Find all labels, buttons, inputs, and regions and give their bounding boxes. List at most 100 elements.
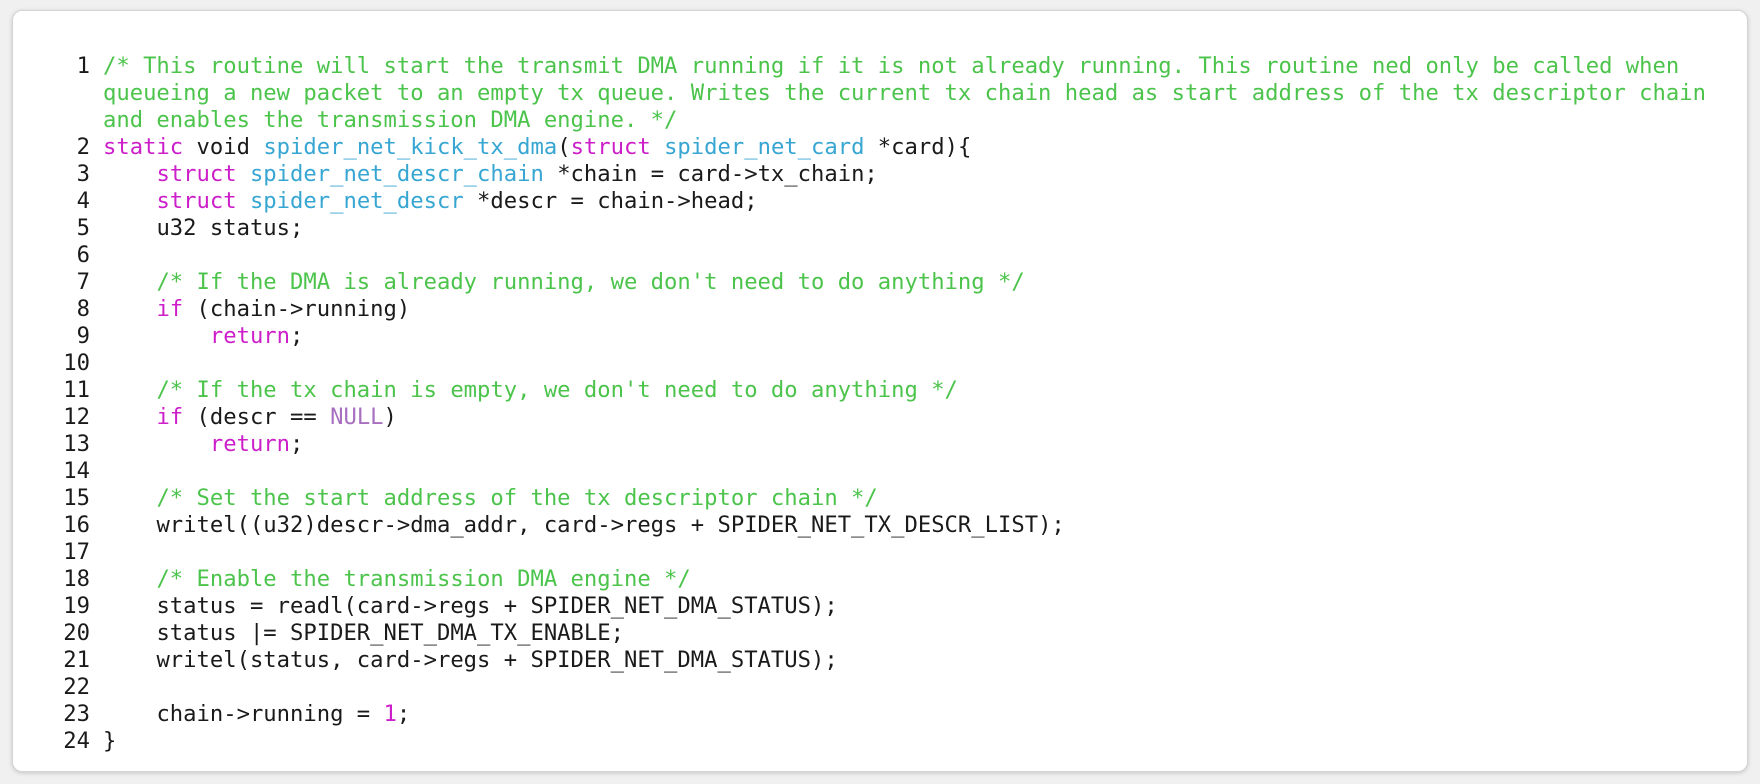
code-line: 14: [13, 458, 1749, 485]
line-number: 14: [63, 458, 90, 484]
line-source: if (descr == NULL): [103, 404, 1723, 431]
line-number: 11: [63, 377, 90, 403]
code-token: status |= SPIDER_NET_DMA_TX_ENABLE;: [103, 620, 624, 646]
code-token: ): [383, 404, 397, 430]
line-number: 6: [76, 242, 90, 268]
line-source: [103, 539, 1723, 566]
line-source: [103, 350, 1723, 377]
comment-token: /* If the tx chain is empty, we don't ne…: [156, 377, 958, 403]
line-number: 24: [63, 728, 90, 754]
line-number: 12: [63, 404, 90, 430]
code-token: status = readl(card->regs + SPIDER_NET_D…: [103, 593, 838, 619]
line-number: 5: [76, 215, 90, 241]
code-line: 18 /* Enable the transmission DMA engine…: [13, 566, 1749, 593]
keyword-token: struct: [156, 188, 237, 214]
line-number: 18: [63, 566, 90, 592]
line-number: 19: [63, 593, 90, 619]
code-line: 6: [13, 242, 1749, 269]
keyword-token: struct: [570, 134, 651, 160]
keyword-token: if: [156, 296, 184, 322]
line-source: chain->running = 1;: [103, 701, 1723, 728]
line-source: [103, 458, 1723, 485]
line-number: 22: [63, 674, 90, 700]
keyword-token: return: [209, 431, 291, 457]
code-token: void: [183, 134, 264, 160]
code-token: *descr = chain->head;: [463, 188, 758, 214]
code-line: 8 if (chain->running): [13, 296, 1749, 323]
code-token: ;: [290, 431, 304, 457]
identifier-token: spider_net_descr_chain: [249, 161, 544, 187]
line-source: struct spider_net_descr_chain *chain = c…: [103, 161, 1723, 188]
keyword-token: struct: [156, 161, 237, 187]
line-number: 9: [76, 323, 90, 349]
line-number: 20: [63, 620, 90, 646]
identifier-token: spider_net_kick_tx_dma: [263, 134, 558, 160]
code-token: *card){: [864, 134, 972, 160]
line-number: 1: [76, 53, 90, 79]
line-source: writel(status, card->regs + SPIDER_NET_D…: [103, 647, 1723, 674]
line-source: /* This routine will start the transmit …: [103, 53, 1723, 134]
code-token: }: [103, 728, 117, 754]
code-line: 12 if (descr == NULL): [13, 404, 1749, 431]
code-line: 24}: [13, 728, 1749, 755]
line-source: /* If the DMA is already running, we don…: [103, 269, 1723, 296]
code-line: 22: [13, 674, 1749, 701]
line-source: /* If the tx chain is empty, we don't ne…: [103, 377, 1723, 404]
code-line: 20 status |= SPIDER_NET_DMA_TX_ENABLE;: [13, 620, 1749, 647]
comment-token: /* This routine will start the transmit …: [103, 53, 1720, 133]
line-number: 17: [63, 539, 90, 565]
code-token: u32 status;: [103, 215, 304, 241]
code-line: 2 static void spider_net_kick_tx_dma(stru…: [13, 134, 1749, 161]
code-line: 19 status = readl(card->regs + SPIDER_NE…: [13, 593, 1749, 620]
comment-token: /* If the DMA is already running, we don…: [156, 269, 1025, 295]
line-number: 13: [63, 431, 90, 457]
line-source: writel((u32)descr->dma_addr, card->regs …: [103, 512, 1723, 539]
keyword-token: static: [103, 134, 184, 160]
line-source: status = readl(card->regs + SPIDER_NET_D…: [103, 593, 1723, 620]
line-source: struct spider_net_descr *descr = chain->…: [103, 188, 1723, 215]
constant-token: NULL: [330, 404, 384, 430]
code-token: (descr ==: [183, 404, 331, 430]
code-line: 4 struct spider_net_descr *descr = chain…: [13, 188, 1749, 215]
code-token: writel(status, card->regs + SPIDER_NET_D…: [103, 647, 838, 673]
line-number: 4: [76, 188, 90, 214]
line-number: 3: [76, 161, 90, 187]
code-line: 9 return;: [13, 323, 1749, 350]
line-source: /* Enable the transmission DMA engine */: [103, 566, 1723, 593]
line-number: 16: [63, 512, 90, 538]
code-token: ;: [290, 323, 304, 349]
code-line: 17: [13, 539, 1749, 566]
identifier-token: spider_net_descr: [249, 188, 464, 214]
line-source: status |= SPIDER_NET_DMA_TX_ENABLE;: [103, 620, 1723, 647]
line-source: [103, 242, 1723, 269]
code-token: (chain->running): [183, 296, 411, 322]
line-source: [103, 674, 1723, 701]
code-line: 5 u32 status;: [13, 215, 1749, 242]
code-token: ;: [396, 701, 411, 727]
code-line: 16 writel((u32)descr->dma_addr, card->re…: [13, 512, 1749, 539]
code-block: 1 /* This routine will start the transmit…: [13, 53, 1749, 755]
code-line: 15 /* Set the start address of the tx de…: [13, 485, 1749, 512]
line-source: /* Set the start address of the tx descr…: [103, 485, 1723, 512]
keyword-token: return: [209, 323, 291, 349]
code-viewer: 1 /* This routine will start the transmit…: [12, 10, 1748, 772]
code-line: 21 writel(status, card->regs + SPIDER_NE…: [13, 647, 1749, 674]
line-source: u32 status;: [103, 215, 1723, 242]
code-line: 7 /* If the DMA is already running, we d…: [13, 269, 1749, 296]
line-number: 7: [76, 269, 90, 295]
code-line: 11 /* If the tx chain is empty, we don't…: [13, 377, 1749, 404]
line-source: return;: [103, 323, 1723, 350]
